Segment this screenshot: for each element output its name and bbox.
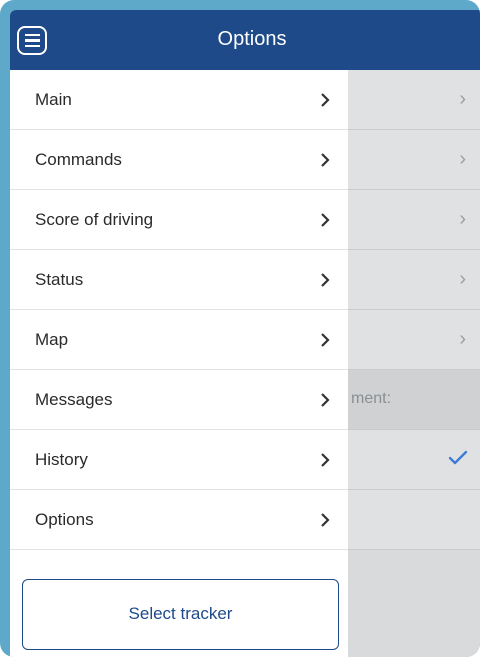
drawer-item-label: History bbox=[35, 450, 88, 469]
background-row: › bbox=[348, 250, 480, 310]
background-partial-text: ment: bbox=[351, 390, 392, 407]
drawer-item-label: Status bbox=[35, 270, 84, 289]
background-row bbox=[348, 430, 480, 490]
select-tracker-button[interactable]: Select tracker bbox=[22, 579, 339, 650]
chevron-right-icon bbox=[320, 92, 330, 113]
chevron-right-icon bbox=[320, 392, 330, 413]
chevron-right-icon bbox=[320, 512, 330, 533]
background-section-header: ment: bbox=[348, 370, 480, 430]
chevron-right-icon bbox=[320, 212, 330, 233]
background-row: › bbox=[348, 310, 480, 370]
page-title: Options bbox=[217, 28, 287, 50]
background-row: › bbox=[348, 190, 480, 250]
background-row: › bbox=[348, 70, 480, 130]
drawer-item-label: Main bbox=[35, 90, 72, 109]
chevron-right-icon bbox=[320, 452, 330, 473]
app-bar: Options bbox=[10, 10, 480, 70]
drawer-item-score-of-driving[interactable]: Score of driving bbox=[10, 190, 348, 250]
drawer-item-commands[interactable]: Commands bbox=[10, 130, 348, 190]
drawer-item-label: Options bbox=[35, 510, 94, 529]
chevron-right-icon: › bbox=[459, 328, 466, 350]
background-options-list: › › › › › ment: bbox=[348, 70, 480, 550]
navigation-drawer: Main Commands Score of driving Status Ma… bbox=[10, 70, 348, 657]
chevron-right-icon bbox=[320, 272, 330, 293]
drawer-item-label: Commands bbox=[35, 150, 122, 169]
drawer-item-status[interactable]: Status bbox=[10, 250, 348, 310]
background-row bbox=[348, 490, 480, 550]
chevron-right-icon: › bbox=[459, 268, 466, 290]
checkmark-icon bbox=[448, 446, 468, 472]
drawer-item-map[interactable]: Map bbox=[10, 310, 348, 370]
drawer-item-label: Score of driving bbox=[35, 210, 154, 229]
chevron-right-icon bbox=[320, 152, 330, 173]
drawer-item-options[interactable]: Options bbox=[10, 490, 348, 550]
app-screen: › › › › › ment: Options Main Commands Sc… bbox=[10, 10, 480, 657]
device-frame: › › › › › ment: Options Main Commands Sc… bbox=[0, 0, 480, 657]
chevron-right-icon bbox=[320, 332, 330, 353]
drawer-item-history[interactable]: History bbox=[10, 430, 348, 490]
background-row: › bbox=[348, 130, 480, 190]
drawer-item-label: Map bbox=[35, 330, 69, 349]
hamburger-menu-icon[interactable] bbox=[17, 26, 47, 55]
drawer-item-label: Messages bbox=[35, 390, 113, 409]
chevron-right-icon: › bbox=[459, 88, 466, 110]
drawer-item-messages[interactable]: Messages bbox=[10, 370, 348, 430]
drawer-item-main[interactable]: Main bbox=[10, 70, 348, 130]
chevron-right-icon: › bbox=[459, 208, 466, 230]
chevron-right-icon: › bbox=[459, 148, 466, 170]
